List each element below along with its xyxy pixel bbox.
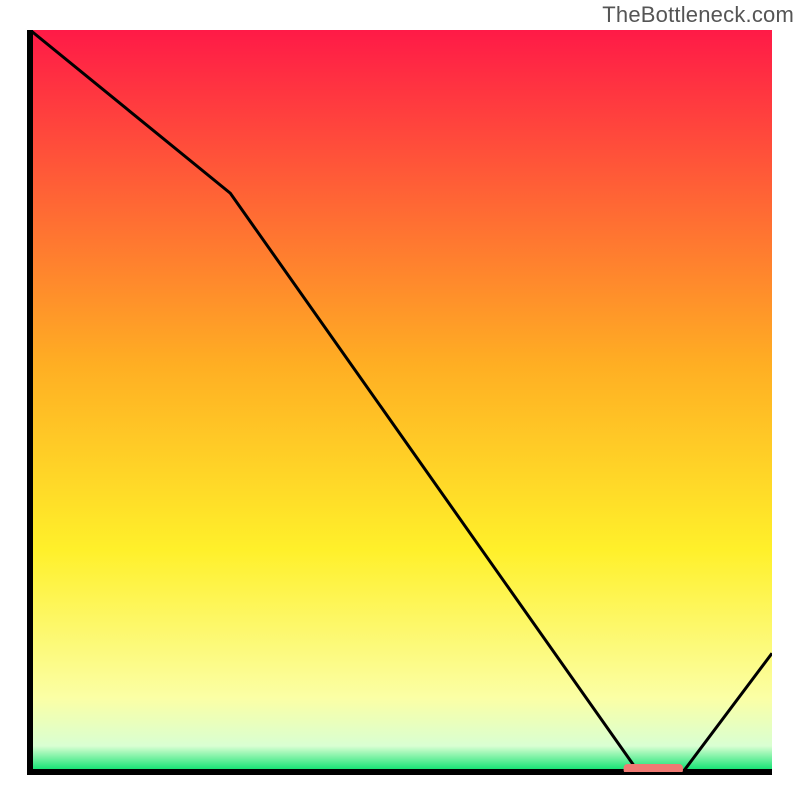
plot-background-gradient: [30, 30, 772, 772]
bottleneck-chart: [0, 0, 800, 800]
chart-root: TheBottleneck.com: [0, 0, 800, 800]
watermark-label: TheBottleneck.com: [602, 2, 794, 28]
